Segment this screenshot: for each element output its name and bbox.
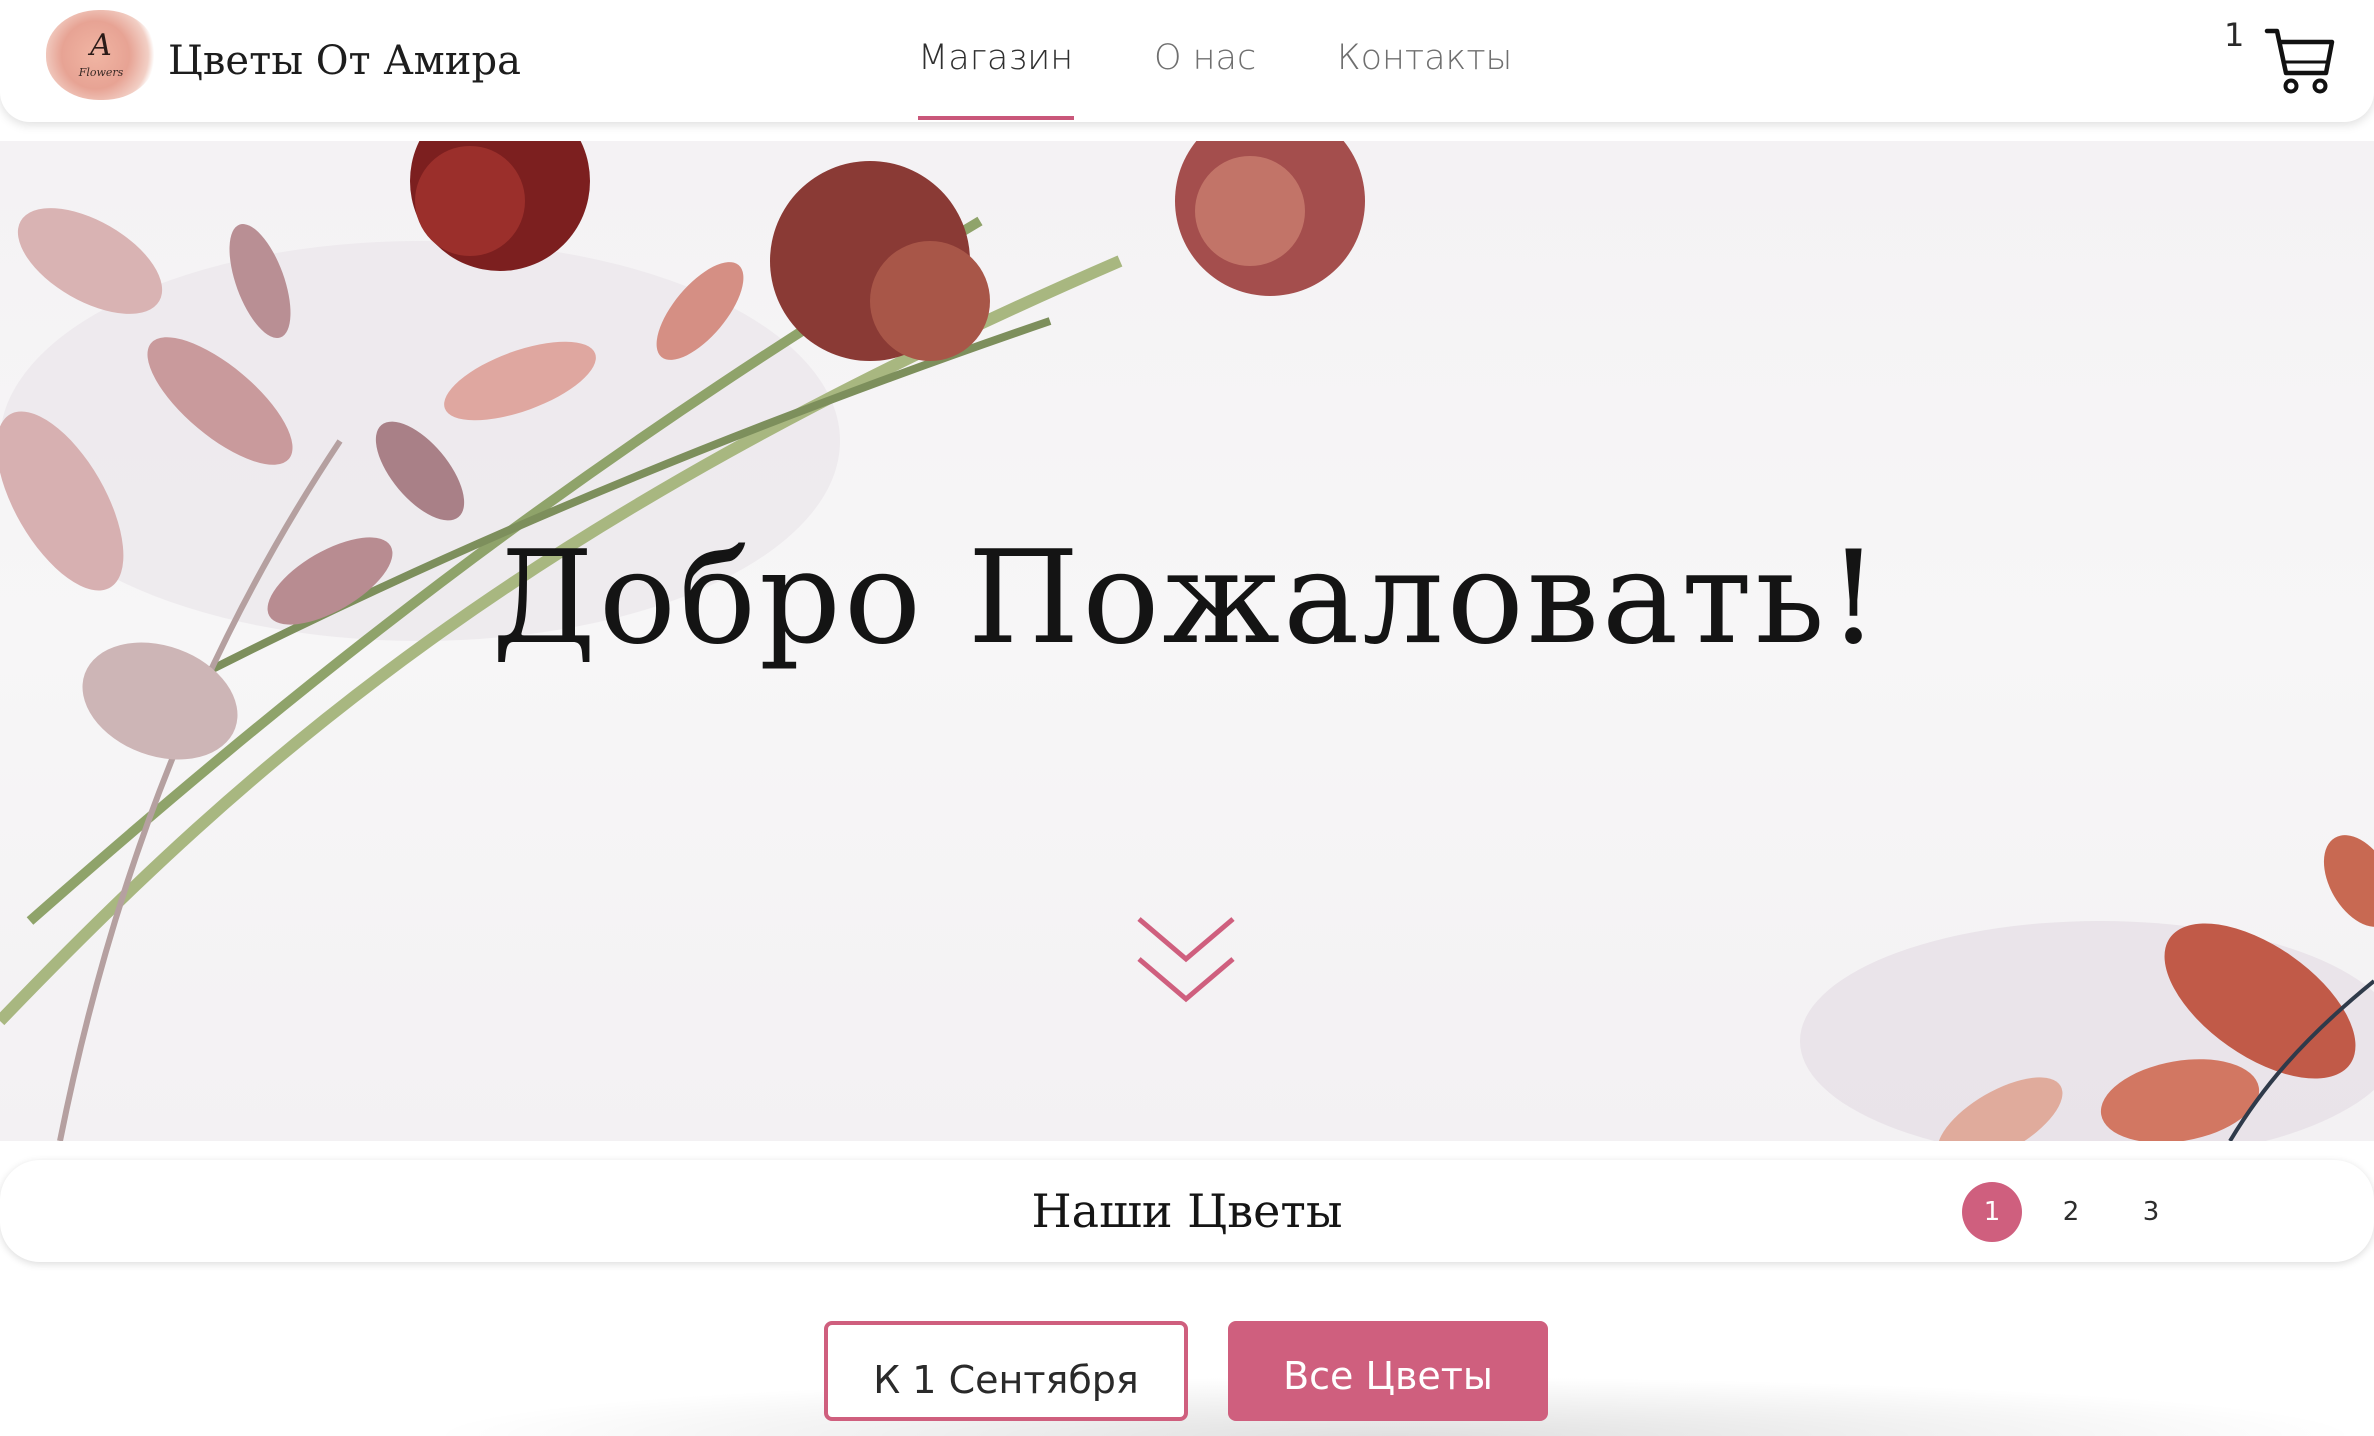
nav-active-indicator xyxy=(918,116,1074,120)
brand-name[interactable]: Цветы От Амира xyxy=(168,38,521,84)
logo-subtext: Flowers xyxy=(78,66,124,79)
hero-title: Добро Пожаловать! xyxy=(491,524,1883,673)
shopping-cart-icon[interactable] xyxy=(2264,26,2336,96)
section-header-bar: Наши Цветы 1 2 3 xyxy=(0,1160,2374,1262)
cart-count-badge: 1 xyxy=(2224,16,2245,54)
hero-banner: Добро Пожаловать! xyxy=(0,141,2374,1141)
nav-shop[interactable]: Магазин xyxy=(918,38,1073,78)
brand-logo[interactable]: A Flowers xyxy=(46,10,156,100)
logo-letter: A xyxy=(90,28,112,63)
page-button-3[interactable]: 3 xyxy=(2121,1182,2181,1242)
nav-about[interactable]: О нас xyxy=(1154,38,1256,78)
filter-september-button[interactable]: К 1 Сентября xyxy=(824,1321,1188,1421)
page-button-1[interactable]: 1 xyxy=(1962,1182,2022,1242)
double-chevron-down-icon[interactable] xyxy=(1136,916,1236,1006)
filter-all-flowers-button[interactable]: Все Цветы xyxy=(1228,1321,1548,1421)
top-navigation-bar: A Flowers Цветы От Амира Магазин О нас К… xyxy=(0,0,2374,122)
nav-contacts[interactable]: Контакты xyxy=(1337,38,1512,78)
page-button-2[interactable]: 2 xyxy=(2041,1182,2101,1242)
